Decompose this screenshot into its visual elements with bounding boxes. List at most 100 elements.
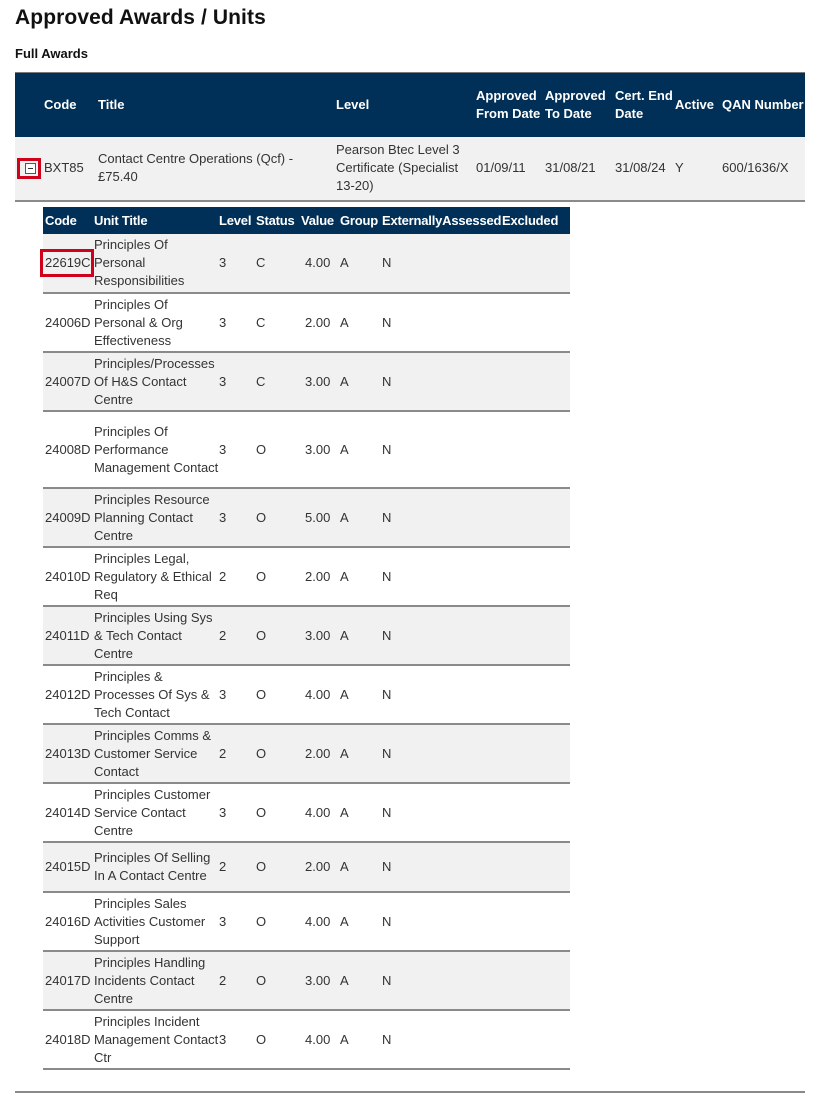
unit-excluded bbox=[502, 1010, 570, 1070]
unit-group: A bbox=[340, 293, 382, 353]
unit-row: 24017D Principles Handling Incidents Cont… bbox=[43, 951, 570, 1011]
unit-value: 3.00 bbox=[301, 352, 340, 412]
unit-group: A bbox=[340, 892, 382, 952]
units-header-excluded: Excluded bbox=[502, 207, 570, 234]
unit-group: A bbox=[340, 665, 382, 725]
unit-row: 24012D Principles & Processes Of Sys & Te… bbox=[43, 665, 570, 725]
unit-status: O bbox=[256, 488, 301, 548]
unit-status: O bbox=[256, 951, 301, 1011]
unit-code: 24015D bbox=[43, 842, 94, 893]
unit-excluded bbox=[502, 606, 570, 666]
unit-row: 24018D Principles Incident Management Con… bbox=[43, 1010, 570, 1070]
unit-code: 24016D bbox=[43, 892, 94, 952]
units-header-unit-title: Unit Title bbox=[94, 207, 219, 234]
unit-excluded bbox=[502, 488, 570, 548]
unit-level: 2 bbox=[219, 724, 256, 784]
unit-row: 24011D Principles Using Sys & Tech Contac… bbox=[43, 606, 570, 666]
units-header-value: Value bbox=[301, 207, 340, 234]
unit-status: C bbox=[256, 352, 301, 412]
award-row[interactable]: BXT85 Contact Centre Operations (Qcf) - … bbox=[15, 136, 805, 202]
header-code: Code bbox=[44, 72, 98, 137]
unit-excluded bbox=[502, 783, 570, 843]
unit-excluded bbox=[502, 234, 570, 294]
unit-status: O bbox=[256, 665, 301, 725]
page-title: Approved Awards / Units bbox=[15, 6, 266, 29]
unit-value: 2.00 bbox=[301, 293, 340, 353]
unit-value: 2.00 bbox=[301, 724, 340, 784]
unit-status: O bbox=[256, 842, 301, 893]
section-title-full-awards: Full Awards bbox=[15, 46, 88, 61]
units-table: Code Unit Title Level Status Value Group… bbox=[40, 207, 570, 1070]
award-title: Contact Centre Operations (Qcf) - £75.40 bbox=[98, 136, 336, 202]
unit-code: 24006D bbox=[43, 293, 94, 353]
unit-externally-assessed: N bbox=[382, 293, 502, 353]
unit-title: Principles Legal, Regulatory & Ethical R… bbox=[94, 547, 219, 607]
award-cert-end-date: 31/08/24 bbox=[615, 136, 675, 202]
toggle-cell[interactable] bbox=[15, 136, 44, 202]
unit-status: O bbox=[256, 724, 301, 784]
unit-value: 3.00 bbox=[301, 951, 340, 1011]
unit-group: A bbox=[340, 724, 382, 784]
unit-row: 24010D Principles Legal, Regulatory & Eth… bbox=[43, 547, 570, 607]
unit-level: 3 bbox=[219, 783, 256, 843]
unit-group: A bbox=[340, 234, 382, 294]
unit-row: 24014D Principles Customer Service Contac… bbox=[43, 783, 570, 843]
unit-code: 24009D bbox=[43, 488, 94, 548]
unit-row: 22619C Principles Of Personal Responsibil… bbox=[40, 234, 570, 294]
unit-value: 4.00 bbox=[301, 783, 340, 843]
unit-level: 2 bbox=[219, 547, 256, 607]
unit-excluded bbox=[502, 293, 570, 353]
unit-group: A bbox=[340, 606, 382, 666]
header-approved-to-date: Approved To Date bbox=[545, 72, 615, 137]
unit-title: Principles Comms & Customer Service Cont… bbox=[94, 724, 219, 784]
unit-title: Principles Of Performance Management Con… bbox=[94, 411, 219, 489]
awards-table: Code Title Level Approved From Date Appr… bbox=[15, 72, 805, 202]
unit-excluded bbox=[502, 951, 570, 1011]
unit-row: 24007D Principles/Processes Of H&S Contac… bbox=[43, 352, 570, 412]
collapse-minus-icon[interactable] bbox=[25, 162, 36, 174]
unit-level: 3 bbox=[219, 892, 256, 952]
unit-externally-assessed: N bbox=[382, 1010, 502, 1070]
unit-value: 5.00 bbox=[301, 488, 340, 548]
units-header-level: Level bbox=[219, 207, 256, 234]
header-title: Title bbox=[98, 72, 336, 137]
unit-group: A bbox=[340, 352, 382, 412]
unit-status: C bbox=[256, 293, 301, 353]
unit-title: Principles Of Personal & Org Effectivene… bbox=[94, 293, 219, 353]
unit-externally-assessed: N bbox=[382, 234, 502, 294]
unit-group: A bbox=[340, 783, 382, 843]
unit-status: C bbox=[256, 234, 301, 294]
unit-row: 24008D Principles Of Performance Manageme… bbox=[43, 411, 570, 489]
units-header-status: Status bbox=[256, 207, 301, 234]
unit-row: 24015D Principles Of Selling In A Contact… bbox=[43, 842, 570, 893]
unit-title: Principles & Processes Of Sys & Tech Con… bbox=[94, 665, 219, 725]
unit-title: Principles Handling Incidents Contact Ce… bbox=[94, 951, 219, 1011]
unit-value: 3.00 bbox=[301, 606, 340, 666]
unit-level: 3 bbox=[219, 411, 256, 489]
unit-title: Principles Of Personal Responsibilities bbox=[94, 234, 219, 294]
unit-title: Principles Customer Service Contact Cent… bbox=[94, 783, 219, 843]
header-qan-number: QAN Number bbox=[722, 72, 805, 137]
unit-status: O bbox=[256, 547, 301, 607]
unit-level: 3 bbox=[219, 1010, 256, 1070]
unit-code: 24017D bbox=[43, 951, 94, 1011]
unit-excluded bbox=[502, 665, 570, 725]
award-active: Y bbox=[675, 136, 722, 202]
unit-group: A bbox=[340, 842, 382, 893]
unit-externally-assessed: N bbox=[382, 951, 502, 1011]
unit-excluded bbox=[502, 411, 570, 489]
unit-title: Principles Using Sys & Tech Contact Cent… bbox=[94, 606, 219, 666]
unit-status: O bbox=[256, 1010, 301, 1070]
unit-externally-assessed: N bbox=[382, 724, 502, 784]
unit-value: 4.00 bbox=[301, 892, 340, 952]
header-level: Level bbox=[336, 72, 476, 137]
unit-title: Principles Sales Activities Customer Sup… bbox=[94, 892, 219, 952]
award-approved-from-date: 01/09/11 bbox=[476, 136, 545, 202]
bottom-divider bbox=[15, 1091, 805, 1093]
highlight-box bbox=[17, 157, 41, 179]
unit-row: 24013D Principles Comms & Customer Servic… bbox=[43, 724, 570, 784]
unit-level: 2 bbox=[219, 951, 256, 1011]
unit-code: 24018D bbox=[43, 1010, 94, 1070]
units-header-row: Code Unit Title Level Status Value Group… bbox=[43, 207, 570, 234]
unit-group: A bbox=[340, 547, 382, 607]
